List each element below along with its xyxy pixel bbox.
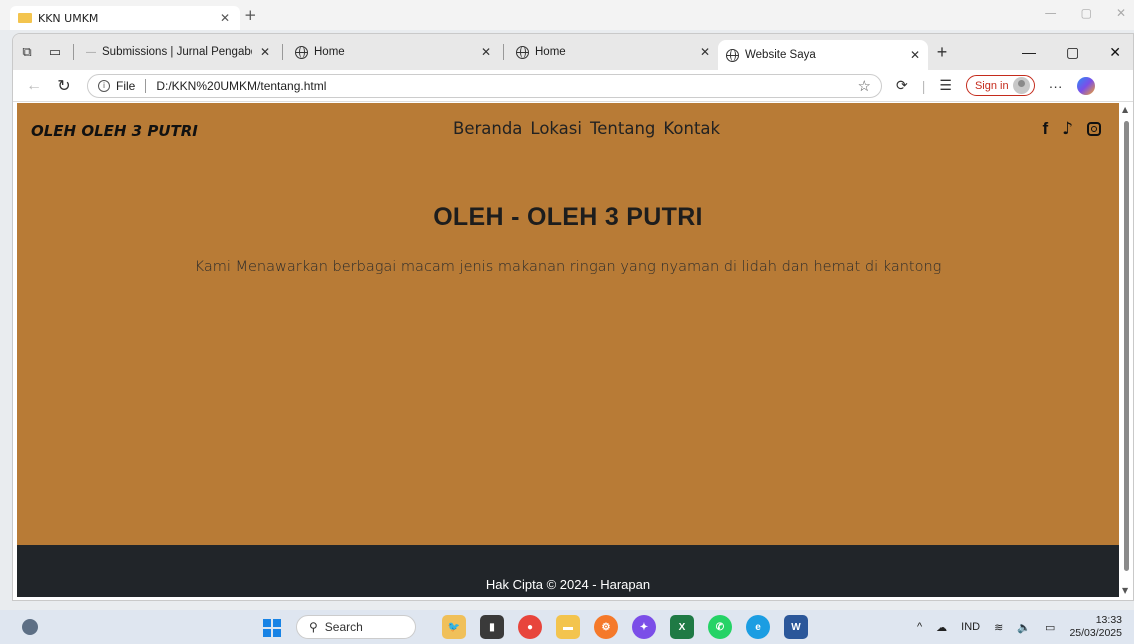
copilot-icon[interactable] [1076,76,1095,95]
page-scrollbar[interactable]: ▲ ▼ [1121,103,1131,597]
restore-icon[interactable]: ▢ [1081,6,1092,20]
clock[interactable]: 13:33 25/03/2025 [1069,614,1122,640]
address-bar-row: ← ↻ i File D:/KKN%20UMKM/tentang.html ☆ … [13,70,1133,102]
globe-icon [726,48,739,62]
widgets-icon[interactable] [22,619,38,635]
chevron-up-icon[interactable]: ^ [917,621,922,633]
nav-lokasi[interactable]: Lokasi [530,119,582,138]
nav-beranda[interactable]: Beranda [453,119,522,138]
refresh-icon[interactable]: ↻ [49,76,79,96]
taskbar: ⚲ Search 🐦 ▮ ● ▬ ⚙ ✦ X ✆ e W ^ ☁ IND ≋ 🔈… [0,610,1134,644]
tab-submissions[interactable]: — Submissions | Jurnal Pengabdian ✕ [78,37,278,67]
copilot-app-icon[interactable]: ✦ [632,615,656,639]
close-tab-icon[interactable]: ✕ [481,45,491,59]
close-icon[interactable]: ✕ [220,11,230,25]
edge-icon[interactable]: e [746,615,770,639]
site-brand[interactable]: OLEH OLEH 3 PUTRI [31,122,198,140]
social-links: f ♪ [1042,119,1101,139]
page-icon: — [86,46,96,58]
new-tab-icon[interactable]: + [244,6,257,24]
whatsapp-icon[interactable]: ✆ [708,615,732,639]
word-icon[interactable]: W [784,615,808,639]
tab-strip: ⧉ ▭ — Submissions | Jurnal Pengabdian ✕ … [13,34,1133,70]
scroll-up-icon[interactable]: ▲ [1122,105,1128,114]
sign-in-label: Sign in [974,79,1009,92]
hero-subtitle: Kami Menawarkan berbagai macam jenis mak… [194,259,942,275]
instagram-icon[interactable] [1087,122,1101,136]
globe-icon [295,45,308,59]
sign-in-button[interactable]: Sign in [965,75,1035,96]
clock-time: 13:33 [1095,614,1122,626]
address-bar[interactable]: i File D:/KKN%20UMKM/tentang.html ☆ [87,73,882,98]
scheme-label: File [116,78,136,93]
blender-icon[interactable]: ⚙ [594,615,618,639]
system-tray: ^ ☁ IND ≋ 🔈 ▭ 13:33 25/03/2025 [917,614,1122,640]
background-tab[interactable]: KKN UMKM ✕ [10,6,240,30]
avatar [1012,77,1030,94]
back-icon[interactable]: ← [19,77,49,95]
minimize-icon[interactable]: — [1022,44,1036,61]
site-nav: Beranda Lokasi Tentang Kontak [453,119,720,138]
chrome-icon[interactable]: ● [518,615,542,639]
window-controls: — ▢ ✕ [1022,44,1133,61]
globe-icon [516,45,529,59]
scroll-down-icon[interactable]: ▼ [1122,586,1128,595]
minimize-icon[interactable]: — [1045,6,1057,20]
hero-title: OLEH - OLEH 3 PUTRI [433,203,703,231]
maximize-icon[interactable]: ▢ [1066,44,1079,61]
favorites-icon[interactable]: ☰ [939,77,952,94]
wifi-icon[interactable]: ≋ [994,621,1003,634]
close-window-icon[interactable]: ✕ [1109,44,1121,61]
close-window-icon[interactable]: ✕ [1116,6,1126,20]
start-button[interactable] [263,619,281,637]
taskbar-search[interactable]: ⚲ Search [296,615,416,639]
tab-title: Home [314,46,345,58]
taskbar-apps: 🐦 ▮ ● ▬ ⚙ ✦ X ✆ e W [442,615,808,639]
file-explorer-icon[interactable]: ▬ [556,615,580,639]
tab-home-1[interactable]: Home ✕ [287,37,499,67]
tab-title: Home [535,46,566,58]
tab-title: Submissions | Jurnal Pengabdian [102,46,252,58]
language-indicator[interactable]: IND [961,621,980,633]
toolbar-icons: ⟳ | ☰ Sign in ··· [896,75,1095,96]
tiktok-icon[interactable]: ♪ [1062,119,1073,139]
new-tab-icon[interactable]: + [928,38,956,66]
battery-icon[interactable]: ▭ [1045,621,1055,634]
tab-website-saya[interactable]: Website Saya ✕ [718,40,928,70]
close-tab-icon[interactable]: ✕ [700,45,710,59]
bird-app-icon[interactable]: 🐦 [442,615,466,639]
folder-icon [18,13,32,23]
background-window: KKN UMKM ✕ + — ▢ ✕ [0,0,1134,30]
facebook-icon[interactable]: f [1042,119,1048,139]
volume-icon[interactable]: 🔈 [1017,621,1031,634]
workspaces-icon[interactable]: ⧉ [13,38,41,66]
tab-actions-icon[interactable]: ▭ [41,38,69,66]
close-tab-icon[interactable]: ✕ [260,45,270,59]
background-window-controls: — ▢ ✕ [1045,6,1126,20]
info-icon[interactable]: i [98,79,110,92]
onedrive-icon[interactable]: ☁ [936,621,947,634]
search-icon: ⚲ [309,620,318,634]
clock-date: 25/03/2025 [1069,627,1122,639]
close-tab-icon[interactable]: ✕ [910,48,920,62]
site-footer: Hak Cipta © 2024 - Harapan [17,545,1119,597]
task-view-icon[interactable]: ▮ [480,615,504,639]
nav-tentang[interactable]: Tentang [590,119,655,138]
page-viewport: OLEH OLEH 3 PUTRI Beranda Lokasi Tentang… [17,103,1119,597]
tab-title: Website Saya [745,49,816,61]
more-menu-icon[interactable]: ··· [1049,78,1063,94]
footer-text: Hak Cipta © 2024 - Harapan [485,577,651,592]
favorite-star-icon[interactable]: ☆ [858,77,871,95]
scroll-thumb[interactable] [1124,121,1129,571]
background-tab-title: KKN UMKM [38,11,99,25]
extensions-icon[interactable]: ⟳ [896,77,908,94]
url-text[interactable]: D:/KKN%20UMKM/tentang.html [156,79,326,93]
nav-kontak[interactable]: Kontak [663,119,720,138]
browser-window: ⧉ ▭ — Submissions | Jurnal Pengabdian ✕ … [12,33,1134,601]
search-placeholder: Search [324,620,363,634]
excel-icon[interactable]: X [670,615,694,639]
tab-home-2[interactable]: Home ✕ [508,37,718,67]
